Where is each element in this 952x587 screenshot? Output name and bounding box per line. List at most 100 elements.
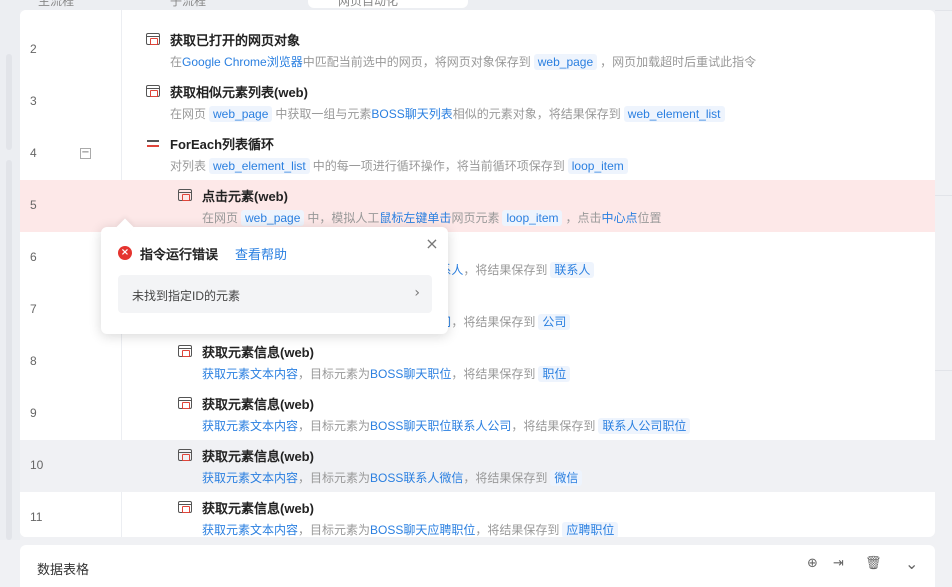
variable-chip[interactable]: loop_item (567, 158, 628, 174)
command-description: 在网页 web_page 中获取一组与元素BOSS聊天列表相似的元素对象，将结果保存… (170, 105, 728, 122)
variable-chip[interactable]: 联系人 (550, 262, 595, 278)
line-number: 10 (30, 458, 44, 472)
command-description: 在网页 web_page 中，模拟人工鼠标左键单击网页元素 loop_item ，点击中… (202, 209, 662, 226)
command-description: 获取元素文本内容，目标元素为BOSS聊天职位，将结果保存到 职位 (202, 365, 573, 382)
error-title: 指令运行错误 (140, 247, 219, 262)
command-title: 点击元素(web) (202, 189, 288, 204)
param-highlight[interactable]: 中心点 (602, 211, 638, 225)
loop-icon (146, 137, 160, 149)
param-highlight[interactable]: BOSS联系人微信 (370, 471, 463, 485)
param-highlight[interactable]: 获取元素文本内容 (202, 419, 298, 433)
param-highlight[interactable]: BOSS聊天职位联系人公司 (370, 419, 511, 433)
command-title: 获取元素信息(web) (202, 501, 314, 516)
chevron-right-icon: › (414, 285, 420, 301)
tab-main-flow[interactable]: 主流程 (38, 0, 74, 8)
line-number: 11 (30, 510, 43, 524)
tab-strip: 主流程 子流程 网页自动化 (0, 0, 952, 10)
param-highlight[interactable]: Google Chrome浏览器 (182, 55, 303, 69)
desc-text: ，目标元素为 (298, 419, 371, 433)
panel-title: 数据表格 (37, 562, 90, 577)
desc-text: 对列表 (170, 159, 207, 173)
delete-icon[interactable]: 🗑 (865, 556, 882, 571)
param-highlight[interactable]: 获取元素文本内容 (202, 471, 298, 485)
command-title: 获取已打开的网页对象 (170, 33, 301, 48)
command-row[interactable]: 5 点击元素(web) 在网页 web_page 中，模拟人工鼠标左键单击网页元素 loo… (20, 180, 935, 232)
desc-text: 中匹配当前选中的网页，将网页对象保存到 (302, 55, 531, 69)
desc-text: 位置 (637, 211, 662, 225)
variable-chip[interactable]: web_element_list (209, 158, 310, 174)
desc-text: ，将结果保存到 (451, 367, 536, 381)
command-title: 获取元素信息(web) (202, 345, 314, 360)
command-description: 获取元素文本内容，目标元素为BOSS联系人微信，将结果保存到 微信 (202, 469, 585, 486)
command-description: 获取元素文本内容，目标元素为BOSS聊天应聘职位，将结果保存到 应聘职位 (202, 521, 621, 537)
desc-text: ，将结果保存到 (451, 315, 536, 329)
element-info-icon (178, 397, 192, 409)
command-row[interactable]: 10 获取元素信息(web) 获取元素文本内容，目标元素为BOSS联系人微信，将结果… (20, 440, 935, 492)
help-link[interactable]: 查看帮助 (235, 244, 287, 263)
param-highlight[interactable]: BOSS聊天职位 (370, 367, 451, 381)
desc-text: 在网页 (170, 107, 207, 121)
param-highlight[interactable]: BOSS聊天列表 (371, 107, 452, 121)
close-icon[interactable]: × (424, 236, 440, 252)
command-description: 获取元素文本内容，目标元素为BOSS聊天职位联系人公司，将结果保存到 联系人公司职… (202, 417, 693, 434)
command-description: 对列表 web_element_list 中的每一项进行循环操作，将当前循环项保存到… (170, 157, 631, 174)
command-row[interactable]: 3 获取相似元素列表(web) 在网页 web_page 中获取一组与元素BOSS聊天列… (20, 76, 935, 128)
desc-text: ，点击 (565, 211, 602, 225)
desc-text: ，将结果保存到 (511, 419, 596, 433)
variable-chip[interactable]: 职位 (538, 366, 571, 382)
variable-chip[interactable]: loop_item (502, 210, 563, 226)
browser-icon (146, 33, 160, 45)
fold-toggle-icon[interactable]: − (80, 148, 91, 159)
command-row[interactable]: 11 获取元素信息(web) 获取元素文本内容，目标元素为BOSS聊天应聘职位，将结… (20, 492, 935, 537)
desc-text: ，目标元素为 (298, 471, 371, 485)
line-number: 5 (30, 198, 37, 212)
param-highlight[interactable]: BOSS聊天应聘职位 (370, 523, 475, 537)
variable-chip[interactable]: 微信 (550, 470, 583, 486)
command-row[interactable]: 8 获取元素信息(web) 获取元素文本内容，目标元素为BOSS聊天职位，将结果保存… (20, 336, 935, 388)
line-number: 8 (30, 354, 37, 368)
variable-chip[interactable]: web_page (533, 54, 598, 70)
right-strip (935, 10, 952, 540)
param-highlight[interactable]: 获取元素文本内容 (202, 367, 298, 381)
click-element-icon (178, 189, 192, 201)
line-number: 6 (30, 250, 37, 264)
export-icon[interactable]: ⇥ (833, 556, 844, 571)
tab-sub-flow[interactable]: 子流程 (170, 0, 206, 8)
desc-text: 中的每一项进行循环操作，将当前循环项保存到 (312, 159, 565, 173)
desc-text: 在网页 (202, 211, 239, 225)
variable-chip[interactable]: 联系人公司职位 (598, 418, 691, 434)
left-rail (0, 10, 20, 540)
command-row[interactable]: 2 获取已打开的网页对象 在Google Chrome浏览器中匹配当前选中的网页，将… (20, 24, 935, 76)
desc-text: ，将结果保存到 (463, 263, 548, 277)
variable-chip[interactable]: web_page (209, 106, 273, 122)
line-number: 7 (30, 302, 37, 316)
element-info-icon (178, 449, 192, 461)
desc-text: ，网页加载超时后重试此指令 (600, 55, 757, 69)
variable-chip[interactable]: web_page (241, 210, 305, 226)
command-row[interactable]: 4 − ForEach列表循环 对列表 web_element_list 中的每一项进行循… (20, 128, 935, 180)
error-detail-item[interactable]: 未找到指定ID的元素 › (118, 275, 432, 313)
desc-text: 中获取一组与元素 (275, 107, 372, 121)
variable-chip[interactable]: 公司 (538, 314, 571, 330)
desc-text: 中，模拟人工 (307, 211, 380, 225)
collapse-chevron-icon[interactable]: ⌄ (905, 554, 918, 573)
command-title: 获取相似元素列表(web) (170, 85, 308, 100)
command-description: 在Google Chrome浏览器中匹配当前选中的网页，将网页对象保存到 web_… (170, 53, 756, 70)
command-title: ForEach列表循环 (170, 137, 275, 152)
add-file-icon[interactable]: ⊕ (807, 556, 818, 571)
variable-chip[interactable]: web_element_list (623, 106, 725, 122)
variable-chip[interactable]: 应聘职位 (562, 522, 619, 537)
desc-text: 相似的元素对象，将结果保存到 (452, 107, 621, 121)
param-highlight[interactable]: 获取元素文本内容 (202, 523, 298, 537)
desc-text: ，将结果保存到 (463, 471, 548, 485)
command-title: 获取元素信息(web) (202, 397, 314, 412)
element-list-icon (146, 85, 160, 97)
error-popup: × 指令运行错误 查看帮助 × 未找到指定ID的元素 › (101, 218, 448, 334)
command-row[interactable]: 9 获取元素信息(web) 获取元素文本内容，目标元素为BOSS聊天职位联系人公司，… (20, 388, 935, 440)
tab-web-automation[interactable]: 网页自动化 (308, 0, 468, 8)
param-highlight[interactable]: 鼠标左键单击 (379, 211, 451, 225)
data-table-panel: 数据表格 ⊕ ⇥ 🗑 ⌄ (20, 545, 935, 587)
desc-text: 在 (170, 55, 183, 69)
desc-text: ，将结果保存到 (475, 523, 560, 537)
element-info-icon (178, 501, 192, 513)
